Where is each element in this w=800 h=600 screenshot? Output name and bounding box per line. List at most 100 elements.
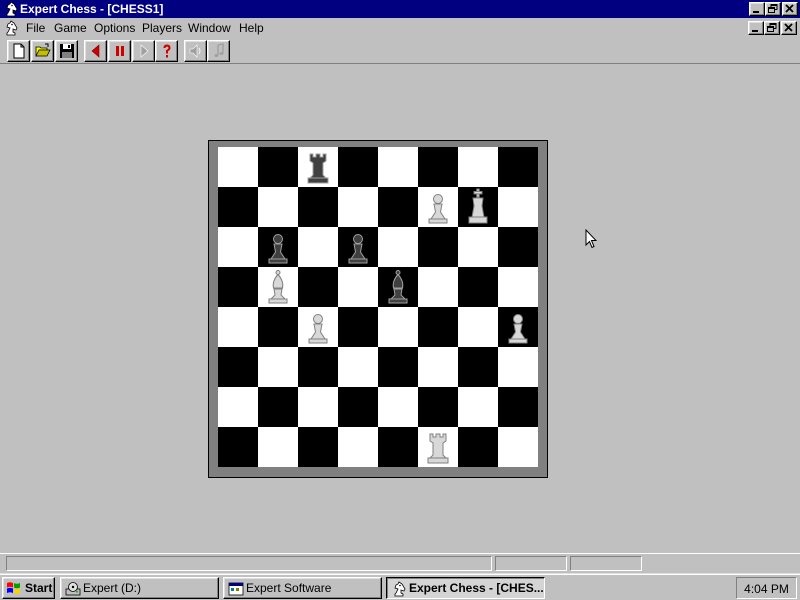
square-e3[interactable] <box>378 347 418 387</box>
square-g1[interactable] <box>458 427 498 467</box>
square-g6[interactable] <box>458 227 498 267</box>
restore-button[interactable] <box>765 2 781 16</box>
square-h2[interactable] <box>498 387 538 427</box>
white-pawn-icon[interactable] <box>498 307 538 347</box>
document-minimize-button[interactable] <box>748 21 764 35</box>
square-b2[interactable] <box>258 387 298 427</box>
white-pawn-icon[interactable] <box>418 187 458 227</box>
square-h8[interactable] <box>498 147 538 187</box>
square-a6[interactable] <box>218 227 258 267</box>
square-h5[interactable] <box>498 267 538 307</box>
chess-knight-app-icon[interactable] <box>3 1 19 17</box>
black-bishop-icon[interactable] <box>378 267 418 307</box>
square-e1[interactable] <box>378 427 418 467</box>
square-g2[interactable] <box>458 387 498 427</box>
drive-icon <box>65 582 81 596</box>
square-g8[interactable] <box>458 147 498 187</box>
square-e2[interactable] <box>378 387 418 427</box>
white-pawn-icon[interactable] <box>298 307 338 347</box>
square-a8[interactable] <box>218 147 258 187</box>
document-restore-button[interactable] <box>764 21 780 35</box>
menu-options[interactable]: Options <box>94 21 135 35</box>
forward-button[interactable] <box>132 40 155 62</box>
square-a5[interactable] <box>218 267 258 307</box>
menu-help[interactable]: Help <box>239 21 264 35</box>
square-c6[interactable] <box>298 227 338 267</box>
menu-players[interactable]: Players <box>142 21 182 35</box>
square-h6[interactable] <box>498 227 538 267</box>
square-c3[interactable] <box>298 347 338 387</box>
menu-game[interactable]: Game <box>54 21 87 35</box>
black-pawn-icon[interactable] <box>338 227 378 267</box>
square-g3[interactable] <box>458 347 498 387</box>
square-g5[interactable] <box>458 267 498 307</box>
white-rook-icon[interactable] <box>418 427 458 467</box>
task-expert-chess[interactable]: Expert Chess - [CHES... <box>386 577 545 599</box>
square-f5[interactable] <box>418 267 458 307</box>
square-e4[interactable] <box>378 307 418 347</box>
square-h3[interactable] <box>498 347 538 387</box>
document-close-button[interactable] <box>781 21 797 35</box>
music-button[interactable] <box>207 40 230 62</box>
open-game-button[interactable] <box>31 40 54 62</box>
square-b8[interactable] <box>258 147 298 187</box>
square-b1[interactable] <box>258 427 298 467</box>
black-pawn-icon[interactable] <box>258 227 298 267</box>
pause-button[interactable] <box>108 40 131 62</box>
chess-board[interactable] <box>218 147 538 467</box>
square-b3[interactable] <box>258 347 298 387</box>
square-e7[interactable] <box>378 187 418 227</box>
windows-logo-icon <box>7 582 20 594</box>
task-expert-software[interactable]: Expert Software <box>223 577 382 599</box>
square-d8[interactable] <box>338 147 378 187</box>
menu-file[interactable]: File <box>26 21 45 35</box>
minimize-icon <box>752 30 758 32</box>
sound-speaker-icon <box>189 44 201 58</box>
minimize-button[interactable] <box>749 2 765 16</box>
square-d3[interactable] <box>338 347 378 387</box>
square-f2[interactable] <box>418 387 458 427</box>
square-a4[interactable] <box>218 307 258 347</box>
menu-window[interactable]: Window <box>188 21 231 35</box>
square-c2[interactable] <box>298 387 338 427</box>
black-rook-icon[interactable] <box>298 147 338 187</box>
square-e8[interactable] <box>378 147 418 187</box>
square-d4[interactable] <box>338 307 378 347</box>
take-back-button[interactable] <box>84 40 107 62</box>
square-f8[interactable] <box>418 147 458 187</box>
new-game-button[interactable] <box>7 40 30 62</box>
square-h7[interactable] <box>498 187 538 227</box>
square-d1[interactable] <box>338 427 378 467</box>
square-h1[interactable] <box>498 427 538 467</box>
close-button[interactable] <box>782 2 798 16</box>
square-c7[interactable] <box>298 187 338 227</box>
save-game-button[interactable] <box>55 40 78 62</box>
square-f3[interactable] <box>418 347 458 387</box>
title-bar[interactable]: Expert Chess - [CHESS1] <box>0 0 800 18</box>
square-a7[interactable] <box>218 187 258 227</box>
white-bishop-icon[interactable] <box>258 267 298 307</box>
hint-button[interactable] <box>155 40 178 62</box>
task-expert-drive[interactable]: Expert (D:) <box>60 577 219 599</box>
square-e6[interactable] <box>378 227 418 267</box>
square-c5[interactable] <box>298 267 338 307</box>
start-button[interactable]: Start <box>2 577 55 599</box>
white-king-icon[interactable] <box>458 187 498 227</box>
sound-button[interactable] <box>184 40 207 62</box>
square-d2[interactable] <box>338 387 378 427</box>
task-label: Expert Software <box>246 581 332 595</box>
square-a2[interactable] <box>218 387 258 427</box>
square-f4[interactable] <box>418 307 458 347</box>
square-b7[interactable] <box>258 187 298 227</box>
square-c1[interactable] <box>298 427 338 467</box>
square-b4[interactable] <box>258 307 298 347</box>
square-f6[interactable] <box>418 227 458 267</box>
square-d7[interactable] <box>338 187 378 227</box>
square-g4[interactable] <box>458 307 498 347</box>
document-chess-icon[interactable] <box>3 20 19 36</box>
program-group-icon <box>228 582 244 596</box>
square-d5[interactable] <box>338 267 378 307</box>
clock[interactable]: 4:04 PM <box>737 582 796 596</box>
square-a3[interactable] <box>218 347 258 387</box>
square-a1[interactable] <box>218 427 258 467</box>
